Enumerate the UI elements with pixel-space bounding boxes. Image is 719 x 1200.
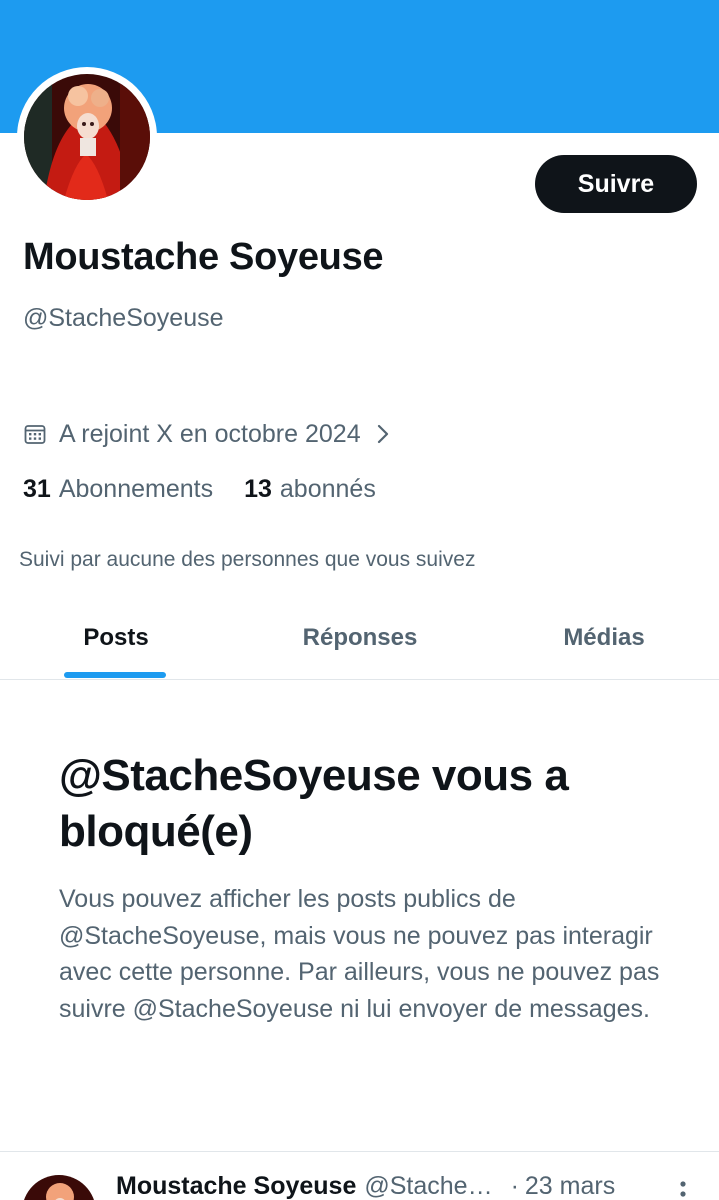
- profile-avatar[interactable]: [17, 67, 157, 207]
- tab-posts[interactable]: Posts: [40, 596, 192, 680]
- joined-date-text: A rejoint X en octobre 2024: [59, 419, 361, 448]
- profile-tabs: Posts Réponses Médias: [0, 596, 719, 680]
- chevron-right-icon: [377, 424, 388, 444]
- followers-link[interactable]: 13 abonnés: [244, 475, 376, 504]
- following-label: Abonnements: [58, 475, 214, 503]
- post-author-handle[interactable]: @Stache…: [364, 1172, 492, 1200]
- tab-media[interactable]: Médias: [530, 596, 678, 680]
- blocked-title: @StacheSoyeuse vous a bloqué(e): [59, 751, 569, 856]
- avatar-image: [24, 74, 150, 200]
- post-header: Moustache Soyeuse @Stache… · 23 mars: [116, 1172, 615, 1200]
- followers-count: 13: [244, 475, 272, 503]
- tab-replies[interactable]: Réponses: [270, 596, 450, 680]
- more-vertical-icon[interactable]: [674, 1180, 692, 1200]
- active-tab-indicator: [64, 672, 166, 678]
- divider: [0, 1151, 719, 1152]
- following-count: 31: [23, 475, 51, 503]
- follow-stats: 31 Abonnements 13 abonnés: [23, 475, 376, 504]
- follow-button[interactable]: Suivre: [535, 155, 697, 213]
- post-author-name[interactable]: Moustache Soyeuse: [116, 1172, 356, 1200]
- joined-date-row[interactable]: A rejoint X en octobre 2024: [23, 418, 391, 450]
- post-date[interactable]: 23 mars: [525, 1172, 615, 1200]
- profile-handle: @StacheSoyeuse: [23, 304, 224, 332]
- following-link[interactable]: 31 Abonnements: [23, 475, 213, 504]
- post-separator: ·: [510, 1172, 519, 1200]
- blocked-description: Vous pouvez afficher les posts publics d…: [59, 885, 660, 1023]
- followers-label: abonnés: [279, 475, 376, 503]
- calendar-icon: [24, 425, 46, 444]
- followed-by-text: Suivi par aucune des personnes que vous …: [19, 548, 476, 571]
- profile-display-name: Moustache Soyeuse: [23, 236, 384, 278]
- post-avatar[interactable]: [22, 1175, 96, 1200]
